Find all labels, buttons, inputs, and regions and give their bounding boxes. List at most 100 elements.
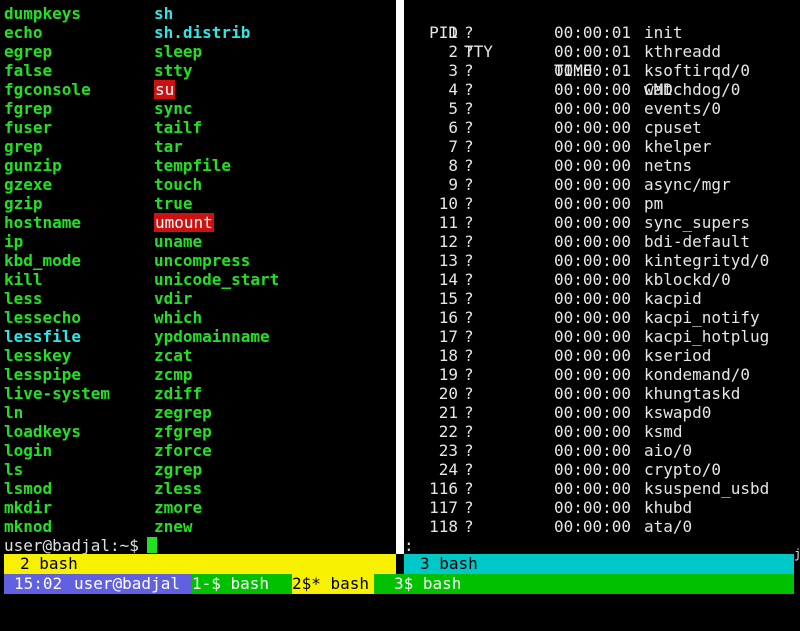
table-row: 5? 00:00:00 events/0 (404, 99, 800, 118)
file-name: which (154, 308, 203, 327)
ps-pid-cell: 2 (448, 42, 458, 61)
ps-cmd-cell: events/0 (644, 99, 722, 118)
file-entry: mknod (4, 517, 110, 536)
file-entry: kill (4, 270, 110, 289)
table-row: 24? 00:00:00 crypto/0 (404, 460, 800, 479)
file-name: umount (154, 213, 214, 232)
ps-cmd-cell: netns (644, 156, 693, 175)
ps-pid-cell: 23 (438, 441, 458, 460)
cursor-block (146, 537, 157, 553)
table-row: 11? 00:00:00 sync_supers (404, 213, 800, 232)
ps-tty-cell: ? (464, 422, 474, 441)
ps-pid-cell: 20 (438, 384, 458, 403)
file-name: grep (4, 137, 43, 156)
file-entry: grep (4, 137, 110, 156)
ps-pid-cell: 9 (448, 175, 458, 194)
file-name: unicode_start (154, 270, 280, 289)
ps-pid-cell: 21 (438, 403, 458, 422)
file-name: lesspipe (4, 365, 82, 384)
ps-time-cell: 00:00:00 (554, 498, 632, 517)
file-entry: zcat (154, 346, 279, 365)
status-window-2-label: 2$* bash (292, 574, 370, 593)
file-name: gunzip (4, 156, 62, 175)
ps-pid-cell: 6 (448, 118, 458, 137)
ps-cmd-cell: kblockd/0 (644, 270, 731, 289)
ps-cmd-cell: kondemand/0 (644, 365, 750, 384)
ps-tty-cell: ? (464, 80, 474, 99)
status-window-3[interactable]: 3$ bash (374, 574, 794, 594)
prompt-text: user@badjal:~$ (4, 536, 139, 554)
ps-pid-cell: 3 (448, 61, 458, 80)
file-name: ln (4, 403, 24, 422)
file-entry: zforce (154, 441, 279, 460)
file-entry: false (4, 61, 110, 80)
pane-divider[interactable] (396, 0, 404, 554)
ps-pid-cell: 4 (448, 80, 458, 99)
file-name: hostname (4, 213, 82, 232)
ps-cmd-cell: khubd (644, 498, 693, 517)
shell-prompt[interactable]: user@badjal:~$ (4, 536, 157, 554)
file-name: sleep (154, 42, 203, 61)
ps-tty-cell: ? (464, 251, 474, 270)
ps-cmd-cell: khungtaskd (644, 384, 741, 403)
file-name: zfgrep (154, 422, 212, 441)
ls-column-1: dumpkeys echo egrep false fgconsole fgrep fuse… (4, 4, 110, 536)
ps-cmd-cell: kacpid (644, 289, 702, 308)
ps-pid-cell: 7 (448, 137, 458, 156)
ps-pid-cell: 117 (429, 498, 458, 517)
ps-time-cell: 00:00:00 (554, 346, 632, 365)
ps-tty-cell: ? (464, 479, 474, 498)
status-clock-user: 15:02 user@badjal (4, 574, 192, 594)
file-name: live-system (4, 384, 110, 403)
ps-pid-cell: 19 (438, 365, 458, 384)
file-entry: ip (4, 232, 110, 251)
table-row: 17? 00:00:00 kacpi_hotplug (404, 327, 800, 346)
file-entry: sh.distrib (154, 23, 279, 42)
ps-time-cell: 00:00:01 (554, 61, 632, 80)
pager-prompt[interactable]: : (404, 536, 414, 555)
ps-cmd-cell: ksoftirqd/0 (644, 61, 750, 80)
table-row: 10? 00:00:00 pm (404, 194, 800, 213)
ps-pid-cell: 22 (438, 422, 458, 441)
file-entry: hostname (4, 213, 110, 232)
file-name: false (4, 61, 53, 80)
ps-cmd-cell: sync_supers (644, 213, 750, 232)
file-entry: touch (154, 175, 279, 194)
file-name: lessfile (4, 327, 82, 346)
file-entry: tar (154, 137, 279, 156)
ps-time-cell: 00:00:01 (554, 42, 632, 61)
ps-pid-cell: 24 (438, 460, 458, 479)
status-window-2[interactable]: 2$* bash (292, 574, 374, 594)
ps-tty-cell: ? (464, 156, 474, 175)
ps-cmd-cell: khelper (644, 137, 712, 156)
file-entry: znew (154, 517, 279, 536)
left-terminal-pane[interactable]: dumpkeys echo egrep false fgconsole fgrep fuse… (0, 0, 396, 554)
ps-time-cell: 00:00:00 (554, 517, 632, 536)
file-entry: fuser (4, 118, 110, 137)
status-window-1[interactable]: 1-$ bash (192, 574, 292, 594)
file-entry: mkdir (4, 498, 110, 517)
file-name: zless (154, 479, 203, 498)
file-name: uncompress (154, 251, 251, 270)
ps-tty-cell: ? (464, 365, 474, 384)
file-entry: zdiff (154, 384, 279, 403)
ps-pid-cell: 11 (438, 213, 458, 232)
file-name: zmore (154, 498, 203, 517)
file-entry: unicode_start (154, 270, 279, 289)
file-name: tailf (154, 118, 203, 137)
status-window-1-label: 1-$ bash (192, 574, 270, 593)
ps-cmd-cell: kthreadd (644, 42, 722, 61)
file-entry: ln (4, 403, 110, 422)
ps-pid-cell: 8 (448, 156, 458, 175)
file-entry: lesskey (4, 346, 110, 365)
table-row: 117? 00:00:00 khubd (404, 498, 800, 517)
window-tab-2[interactable]: 2 bash (4, 554, 396, 574)
file-name: tar (154, 137, 183, 156)
ps-time-cell: 00:00:00 (554, 194, 632, 213)
right-terminal-pane[interactable]: PID TTY TIME CMD 1? 00:00:01 init 2? 00:00:0… (404, 0, 800, 554)
file-entry: gunzip (4, 156, 110, 175)
ps-cmd-cell: pm (644, 194, 664, 213)
file-name: ypdomainname (154, 327, 270, 346)
window-tab-3[interactable]: 3 bash (404, 554, 794, 574)
file-name: fgconsole (4, 80, 91, 99)
